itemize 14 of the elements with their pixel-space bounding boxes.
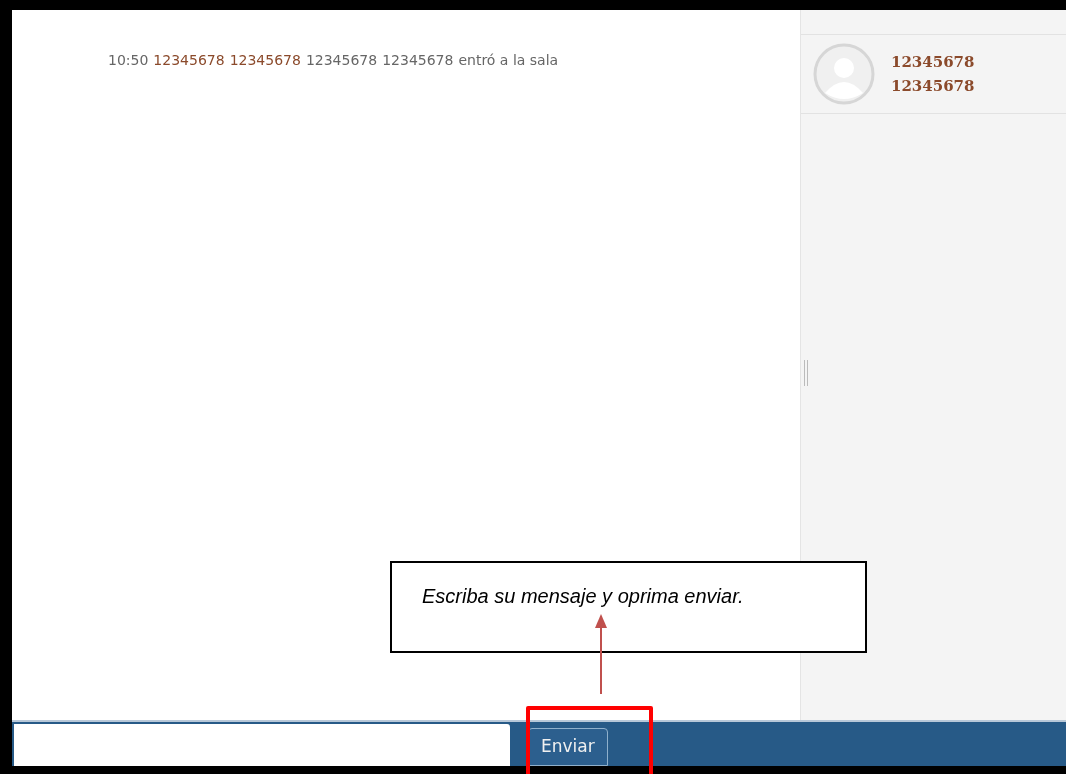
message-time: 10:50 [108, 51, 149, 70]
user-name: 12345678 [891, 52, 975, 73]
callout-text: Escriba su mensaje y oprima enviar. [422, 585, 744, 607]
user-name-link[interactable]: 12345678 [229, 50, 301, 71]
user-list-item[interactable]: 12345678 12345678 [801, 34, 1066, 114]
resize-handle-icon[interactable] [804, 360, 808, 386]
send-button[interactable]: Enviar [528, 728, 608, 766]
message-text: entró a la sala [458, 51, 559, 70]
user-name: 12345678 [891, 76, 975, 97]
message-text: 12345678 [382, 51, 454, 70]
message-text: 12345678 [305, 51, 378, 70]
user-name-link[interactable]: 12345678 [153, 50, 225, 71]
message-input[interactable] [14, 724, 510, 766]
avatar-icon [813, 43, 875, 105]
